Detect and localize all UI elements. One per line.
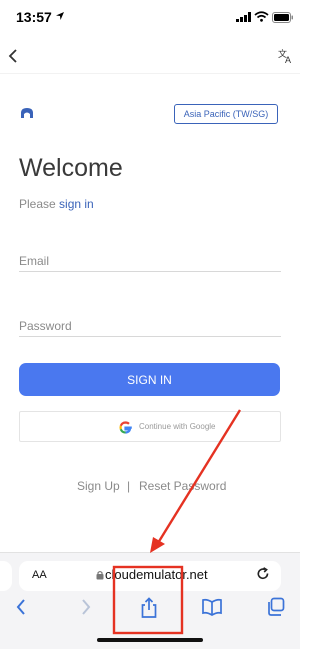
tabs-icon[interactable] (266, 597, 286, 617)
back-arrow-icon[interactable] (14, 597, 28, 617)
signup-link[interactable]: Sign Up (77, 479, 120, 493)
bookmarks-icon[interactable] (201, 597, 223, 617)
translate-icon[interactable]: 文A (278, 48, 294, 64)
forward-arrow-icon[interactable] (79, 597, 93, 617)
signin-link[interactable]: sign in (59, 197, 94, 211)
google-icon (119, 421, 132, 434)
wifi-icon (254, 11, 269, 22)
link-separator: | (127, 479, 131, 493)
top-nav: 文A (0, 38, 300, 74)
signal-bars-icon (236, 12, 251, 22)
previous-tab-peek[interactable] (0, 561, 12, 591)
signin-prompt: Please sign in (19, 197, 94, 211)
email-field[interactable]: Email (19, 250, 281, 272)
password-field[interactable]: Password (19, 315, 281, 337)
status-bar: 13:57 (0, 0, 300, 34)
svg-text:A: A (285, 55, 291, 64)
google-signin-label: Continue with Google (139, 422, 216, 431)
cloud-logo-icon (21, 108, 33, 118)
signin-prompt-text: Please (19, 197, 56, 211)
text-size-label: AA (32, 569, 47, 581)
text-size-button[interactable]: AA (32, 569, 47, 581)
reload-icon[interactable] (256, 567, 270, 581)
auth-links: Sign Up | Reset Password (0, 479, 300, 495)
signin-button[interactable]: SIGN IN (19, 363, 280, 396)
email-placeholder: Email (19, 253, 50, 268)
status-time: 13:57 (16, 9, 52, 25)
chevron-left-icon[interactable] (6, 48, 20, 64)
lock-icon (96, 570, 104, 580)
home-indicator (97, 638, 203, 642)
page-title: Welcome (19, 154, 123, 182)
battery-icon (272, 12, 293, 23)
password-placeholder: Password (19, 318, 72, 333)
url-text[interactable]: cloudemulator.net (105, 567, 208, 582)
google-signin-button[interactable]: Continue with Google (19, 411, 281, 442)
annotation-arrowhead (150, 537, 165, 553)
reset-password-link[interactable]: Reset Password (139, 479, 226, 493)
region-selector[interactable]: Asia Pacific (TW/SG) (174, 104, 278, 124)
share-icon[interactable] (139, 597, 159, 619)
location-arrow-icon (56, 12, 64, 20)
